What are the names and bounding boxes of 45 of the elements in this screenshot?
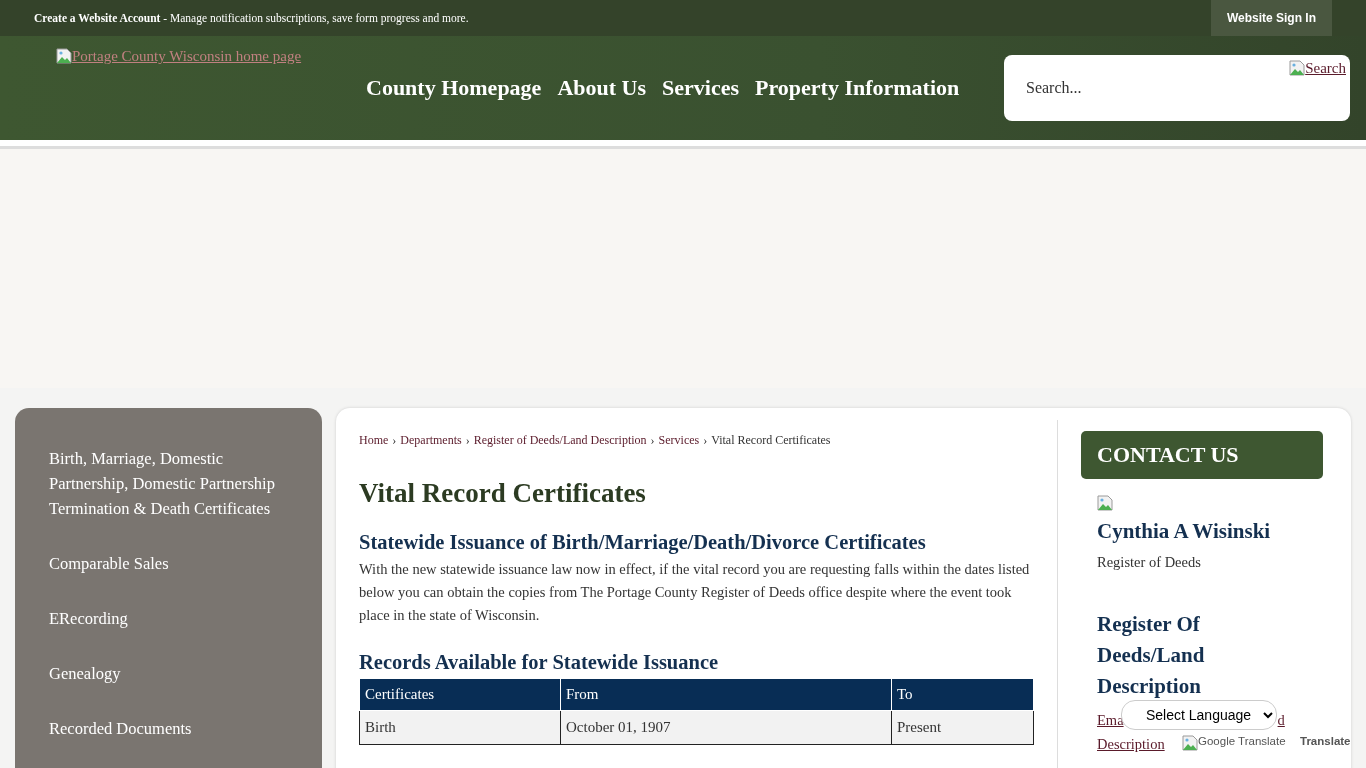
- sidebar-item[interactable]: ERecording: [49, 606, 288, 631]
- email-link[interactable]: d: [1277, 708, 1285, 732]
- breadcrumb-separator: ›: [703, 433, 708, 448]
- table-cell: Present: [891, 710, 1034, 745]
- contact-heading: CONTACT US: [1081, 431, 1323, 479]
- sign-in-button[interactable]: Website Sign In: [1210, 0, 1332, 36]
- nav-link[interactable]: Services: [662, 75, 739, 101]
- breadcrumb-link[interactable]: Home: [359, 433, 389, 448]
- column-header: Certificates: [359, 678, 561, 711]
- page-title: Vital Record Certificates: [359, 478, 647, 509]
- column-header: From: [560, 678, 892, 711]
- table-cell: Birth: [359, 710, 561, 745]
- sidebar-item[interactable]: Birth, Marriage, Domestic Partnership, Domestic Partnership Termination & Death Certificates: [49, 446, 288, 521]
- contact-name: Cynthia A Wisinski: [1097, 519, 1272, 544]
- breadcrumb-separator: ›: [650, 433, 655, 448]
- breadcrumb-link[interactable]: Services: [658, 433, 700, 448]
- broken-image-icon: [56, 48, 72, 64]
- broken-image-icon: [1182, 735, 1198, 751]
- table-cell: October 01, 1907: [560, 710, 892, 745]
- breadcrumb-separator: ›: [465, 433, 470, 448]
- search-button[interactable]: Search: [1289, 60, 1346, 77]
- account-message: Create a Website Account - Manage notification subscriptions, save form progress and more.: [34, 12, 469, 24]
- translate-logo: Google Translate: [1182, 735, 1286, 751]
- nav-link[interactable]: About Us: [557, 75, 647, 101]
- sidebar-item[interactable]: Recorded Documents: [49, 716, 288, 741]
- breadcrumb-link[interactable]: Register of Deeds/Land Description: [473, 433, 647, 448]
- body-paragraph: With the new statewide issuance law now in effect, if the vital record you are requesting falls within the dates listed below you can obtain the copies from The Portage County Register of Deeds office despite where the event took place in the state of Wisconsin.: [359, 560, 1031, 625]
- email-link[interactable]: Ema: [1097, 708, 1124, 732]
- breadcrumb-link[interactable]: Departments: [400, 433, 462, 448]
- section-heading: Statewide Issuance of Birth/Marriage/Death/Divorce Certificates: [359, 531, 927, 554]
- translate-label: Translate: [1300, 735, 1351, 747]
- nav-link[interactable]: Property Information: [755, 75, 960, 101]
- photo-broken-image-icon: [1097, 495, 1113, 511]
- email-link[interactable]: Description: [1097, 732, 1165, 756]
- nav-link[interactable]: County Homepage: [366, 75, 542, 101]
- broken-image-icon: [1289, 60, 1306, 76]
- column-header: To: [891, 678, 1034, 711]
- breadcrumb-current: Vital Record Certificates: [711, 433, 831, 448]
- department-name: Register Of Deeds/Land Description: [1097, 611, 1206, 700]
- search-field[interactable]: Search... Search: [1004, 55, 1350, 121]
- breadcrumb-separator: ›: [392, 433, 397, 448]
- contact-role: Register of Deeds: [1097, 554, 1202, 571]
- section-heading: Records Available for Statewide Issuance: [359, 651, 720, 674]
- sidebar-item[interactable]: Genealogy: [49, 661, 288, 686]
- sidebar-item[interactable]: Comparable Sales: [49, 551, 288, 576]
